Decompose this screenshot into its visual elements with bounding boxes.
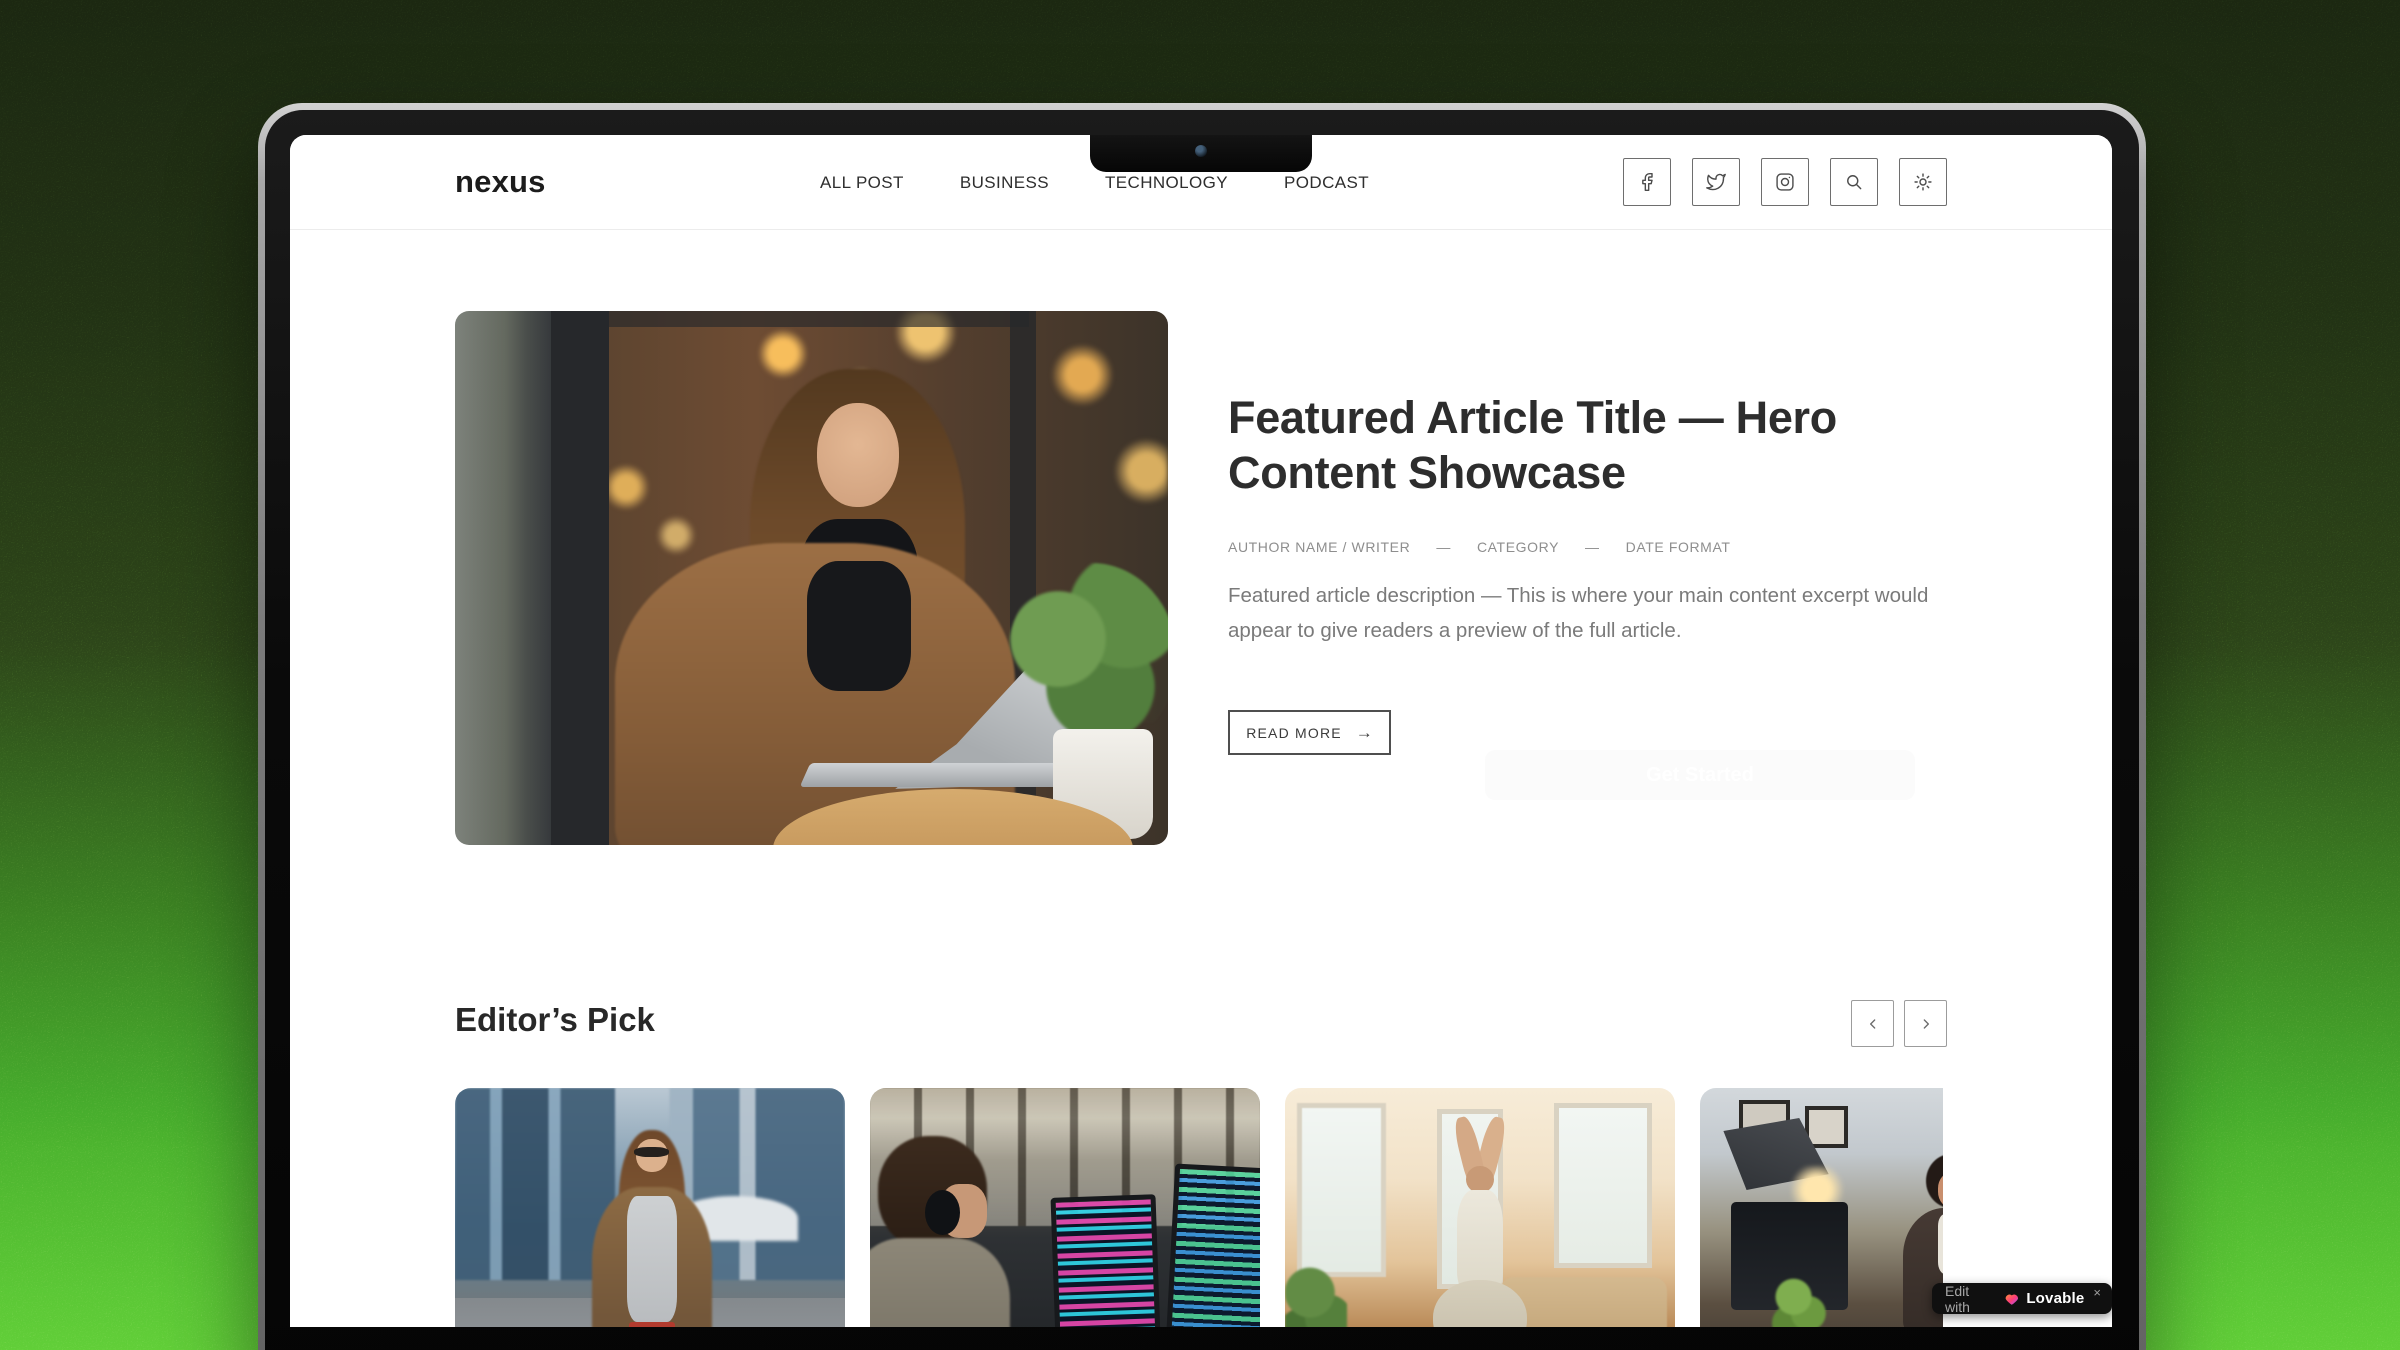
twitter-icon: [1706, 172, 1726, 192]
laptop-notch: [1090, 135, 1312, 172]
theme-toggle-button[interactable]: [1899, 158, 1947, 206]
article-meta: AUTHOR NAME / WRITER — CATEGORY — DATE F…: [1228, 539, 1731, 555]
search-icon: [1844, 172, 1864, 192]
editors-pick-card-street-style[interactable]: [455, 1088, 845, 1327]
carousel-next-button[interactable]: [1904, 1000, 1947, 1047]
nav-item-all-post[interactable]: ALL POST: [820, 173, 904, 193]
editors-pick-heading: Editor’s Pick: [455, 1001, 655, 1039]
title-line-2: Content Showcase: [1228, 445, 1837, 500]
badge-brand: Lovable: [2026, 1290, 2084, 1307]
hero-person-face: [817, 403, 899, 507]
laptop-bezel: nexus ALL POST BUSINESS TECHNOLOGY PODCA…: [265, 110, 2139, 1350]
window-left: [1297, 1103, 1387, 1277]
editors-pick-card-developer[interactable]: [870, 1088, 1260, 1327]
card-person-sweater: [627, 1196, 678, 1322]
nav-item-business[interactable]: BUSINESS: [960, 173, 1049, 193]
sunglasses: [634, 1147, 669, 1157]
badge-prefix: Edit with: [1945, 1283, 1997, 1315]
meta-author: AUTHOR NAME / WRITER: [1228, 539, 1410, 555]
twitter-button[interactable]: [1692, 158, 1740, 206]
title-line-1: Featured Article Title — Hero: [1228, 390, 1837, 445]
headphones: [925, 1190, 960, 1235]
search-button[interactable]: [1830, 158, 1878, 206]
read-more-button[interactable]: READ MORE →: [1228, 710, 1391, 755]
desktop-background: nexus ALL POST BUSINESS TECHNOLOGY PODCA…: [0, 0, 2400, 1350]
site-logo[interactable]: nexus: [455, 164, 546, 200]
instagram-button[interactable]: [1761, 158, 1809, 206]
red-belt: [629, 1322, 676, 1327]
code-monitor-left: [1051, 1194, 1161, 1327]
developer-shirt: [870, 1238, 1010, 1327]
hero-laptop-base: [800, 763, 1091, 787]
yoga-head: [1466, 1166, 1493, 1193]
meta-category: CATEGORY: [1477, 539, 1559, 555]
office-person-shirt: [1938, 1214, 1943, 1274]
featured-article-image[interactable]: [455, 311, 1168, 845]
ghost-get-started-button: Get Started: [1485, 750, 1915, 800]
facebook-button[interactable]: [1623, 158, 1671, 206]
lovable-heart-icon: [2004, 1291, 2020, 1307]
facebook-icon: [1637, 172, 1657, 192]
instagram-icon: [1775, 172, 1795, 192]
yoga-torso: [1457, 1190, 1504, 1292]
houseplant: [1285, 1262, 1347, 1327]
sun-icon: [1913, 172, 1933, 192]
chevron-right-icon: [1918, 1016, 1934, 1032]
carousel-controls: [1851, 1000, 1947, 1047]
wall-frame: [1805, 1106, 1848, 1148]
meta-separator: —: [1436, 539, 1451, 555]
hero-plant: [1007, 563, 1168, 753]
header-actions: [1623, 158, 1947, 206]
nav-item-podcast[interactable]: PODCAST: [1284, 173, 1369, 193]
editors-pick-carousel: [455, 1088, 1943, 1327]
code-monitor-right: [1165, 1164, 1260, 1327]
webcam: [1195, 145, 1207, 157]
featured-article-title[interactable]: Featured Article Title — Hero Content Sh…: [1228, 390, 1837, 500]
meta-date: DATE FORMAT: [1626, 539, 1731, 555]
editors-pick-card-home-office[interactable]: [1700, 1088, 1943, 1327]
nav-item-technology[interactable]: TECHNOLOGY: [1105, 173, 1228, 193]
carousel-prev-button[interactable]: [1851, 1000, 1894, 1047]
badge-close-icon[interactable]: ×: [2093, 1285, 2101, 1300]
edit-with-lovable-badge[interactable]: Edit with Lovable ×: [1932, 1283, 2112, 1314]
window-frame: [609, 311, 1029, 327]
read-more-label: READ MORE: [1246, 725, 1342, 741]
arrow-right-icon: →: [1356, 723, 1373, 743]
window-frame: [551, 311, 609, 845]
meta-separator: —: [1585, 539, 1600, 555]
hero-person-sweater: [807, 561, 911, 691]
editors-pick-card-yoga[interactable]: [1285, 1088, 1675, 1327]
window-right: [1554, 1103, 1652, 1268]
chevron-left-icon: [1865, 1016, 1881, 1032]
laptop-frame: nexus ALL POST BUSINESS TECHNOLOGY PODCA…: [258, 103, 2146, 1350]
featured-article-description: Featured article description — This is w…: [1228, 578, 1950, 648]
laptop-screen: nexus ALL POST BUSINESS TECHNOLOGY PODCA…: [290, 135, 2112, 1327]
desk-plant: [1770, 1277, 1829, 1327]
